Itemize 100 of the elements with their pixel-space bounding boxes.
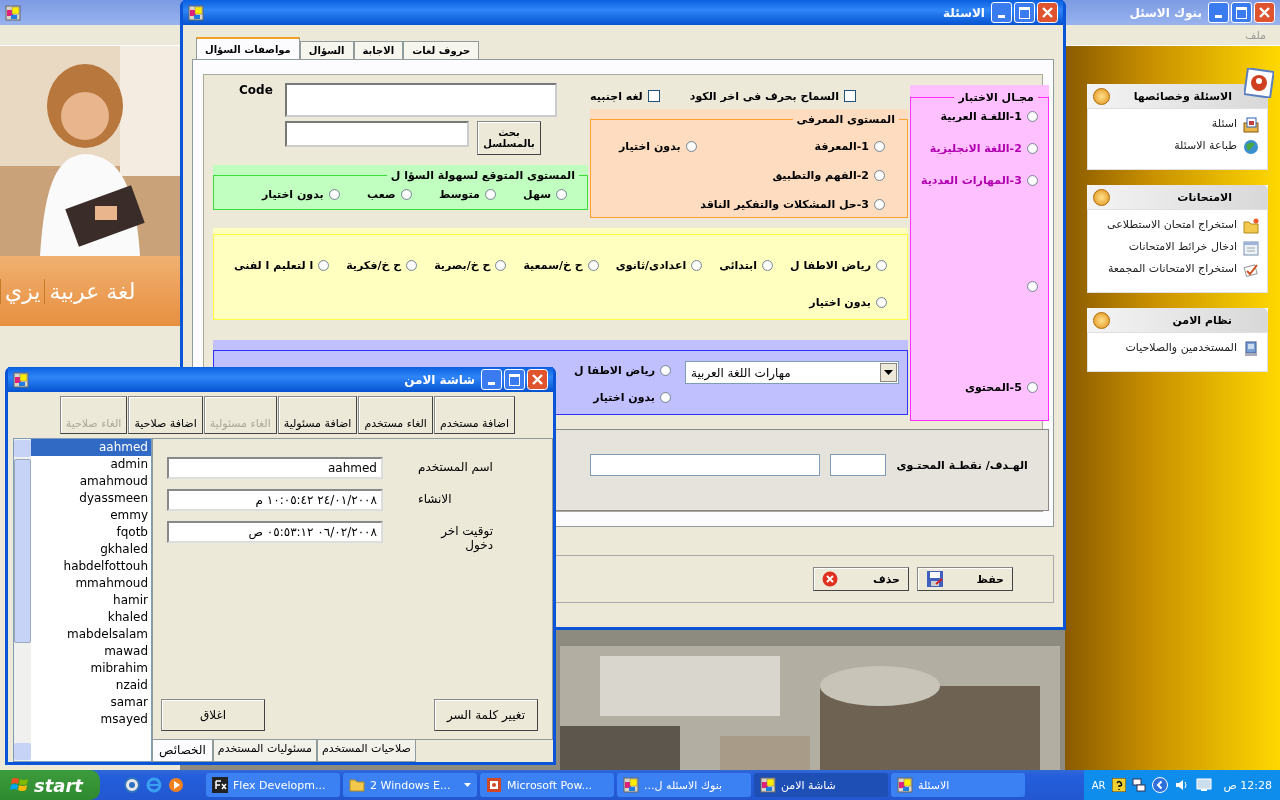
radio-button[interactable] [660,365,671,376]
close-button[interactable] [1037,2,1058,23]
restore-button[interactable] [1231,2,1252,23]
list-item[interactable]: aahmed [31,439,151,456]
radio-button[interactable] [556,189,567,200]
internet-explorer-icon[interactable] [146,777,162,793]
network-icon[interactable] [1131,778,1146,792]
radio-button[interactable] [691,260,703,271]
radio-button[interactable] [1026,382,1038,393]
list-item[interactable]: amahmoud [31,473,151,490]
tab[interactable]: صلاحيات المستخدم [317,740,416,762]
radio-button[interactable] [876,297,887,308]
list-item[interactable]: samar [31,694,151,711]
radio-button[interactable] [328,189,340,200]
list-item[interactable]: fqotb [31,524,151,541]
volume-icon[interactable] [1173,777,1190,793]
tab[interactable]: حروف لغات [403,41,480,59]
radio-button[interactable] [874,199,885,210]
tab[interactable]: الخصائص [152,740,213,762]
radio-button[interactable] [587,260,599,271]
list-item[interactable]: admin [31,456,151,473]
minimize-button[interactable] [1208,2,1229,23]
panel-link[interactable]: اسئلة [1211,117,1237,130]
maximize-button[interactable] [1014,2,1035,23]
list-item[interactable]: mmahmoud [31,575,151,592]
minimize-button[interactable] [481,369,502,390]
tab[interactable]: مسئوليات المستخدم [212,740,317,762]
panel-link[interactable]: استخراج الامتحانات المجمعة [1107,262,1237,275]
list-item[interactable]: mawad [31,643,151,660]
list-item[interactable]: gkhaled [31,541,151,558]
tab[interactable]: السؤال [299,41,354,59]
radio-button[interactable] [1026,111,1038,122]
text-field[interactable] [285,83,557,117]
collapse-button[interactable] [1093,311,1110,329]
start-button[interactable]: start [0,770,100,800]
list-item[interactable]: khaled [31,609,151,626]
change-password-button[interactable]: تغيير كلمة السر [434,699,538,731]
radio-button[interactable] [762,260,774,271]
radio-button[interactable] [685,141,697,152]
text-field[interactable]: aahmed [167,457,383,479]
toolbar-button[interactable]: اضافة صلاحية [128,396,203,434]
browser-icon[interactable] [124,777,140,793]
taskbar-button[interactable]: الاسئلة [891,773,1025,797]
list-item[interactable]: mabdelsalam [31,626,151,643]
panel-link[interactable]: طباعة الاسئلة [1174,139,1237,152]
list-item[interactable]: habdelfottouh [31,558,151,575]
user-list[interactable]: aahmed admin amahmoud dyassmeen emmy fqotb gkhaled habdelfottouh mmahmoud hamir khaled mabdelsalam mawad mibrahim nzaid samar msayed [13,438,152,762]
list-item[interactable]: emmy [31,507,151,524]
radio-button[interactable] [400,189,412,200]
save-button[interactable]: حفظ [917,567,1013,591]
taskbar-button[interactable]: 2 Windows E... [343,773,477,797]
text-field[interactable] [590,454,821,476]
list-item[interactable]: mibrahim [31,660,151,677]
collapse-button[interactable] [1093,87,1110,105]
radio-button[interactable] [318,260,330,271]
radio-button[interactable] [1026,281,1038,292]
text-field[interactable] [830,454,887,476]
toolbar-button[interactable]: اضافة مسئولية [277,396,358,434]
radio-button[interactable] [1026,175,1038,186]
tab[interactable]: مواصفات السؤال [196,37,300,59]
checkbox[interactable] [844,90,856,102]
taskbar-button[interactable]: بنوك الاسئله ل... [617,773,751,797]
close-button[interactable]: اغلاق [161,699,265,731]
radio-button[interactable] [1026,143,1038,154]
panel-link[interactable]: ادخال خرائط الامتحانات [1128,240,1237,253]
list-item[interactable]: hamir [31,592,151,609]
collapse-button[interactable] [1093,188,1110,206]
panel-link[interactable]: استخراج امتحان الاستطلاعى [1107,218,1237,231]
search-button[interactable]: بحث بالمسلسل [477,121,541,155]
close-button[interactable] [1254,2,1275,23]
scrollbar[interactable] [14,439,31,761]
minimize-button[interactable] [991,2,1012,23]
taskbar-button[interactable]: Microsoft Pow... [480,773,614,797]
radio-button[interactable] [660,392,671,403]
maximize-button[interactable] [504,369,525,390]
dropdown[interactable]: مهارات اللغة العربية [685,361,899,384]
media-player-icon[interactable] [168,777,184,793]
chevron-icon[interactable] [1151,777,1168,793]
toolbar-button[interactable]: اضافة مستخدم [433,396,515,434]
toolbar-button[interactable]: الغاء مستخدم [358,396,433,434]
taskbar-button[interactable]: Flex Developm... [206,773,340,797]
monitor-icon[interactable] [1195,777,1212,793]
help-icon[interactable] [1111,778,1126,792]
radio-button[interactable] [874,170,885,181]
delete-button[interactable]: حذف [813,567,909,591]
list-item[interactable]: msayed [31,711,151,728]
text-field[interactable] [285,121,469,147]
radio-button[interactable] [484,189,496,200]
tab[interactable]: الاجابة [353,41,404,59]
list-item[interactable]: nzaid [31,677,151,694]
text-field[interactable]: ٠٦/٠٢/٢٠٠٨ ٠٥:٥٣:١٢ ص [167,521,383,543]
radio-button[interactable] [876,260,887,271]
close-button[interactable] [527,369,548,390]
radio-button[interactable] [874,141,885,152]
radio-button[interactable] [495,260,507,271]
text-field[interactable]: ٢٤/٠١/٢٠٠٨ ١٠:٠٥:٤٢ م [167,489,383,511]
radio-button[interactable] [406,260,418,271]
list-item[interactable]: dyassmeen [31,490,151,507]
checkbox[interactable] [647,90,660,102]
taskbar-button[interactable]: شاشة الامن [754,773,888,797]
